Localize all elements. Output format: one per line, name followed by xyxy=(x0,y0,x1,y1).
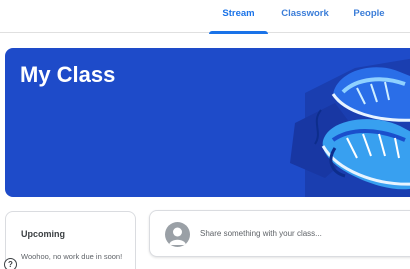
share-placeholder[interactable]: Share something with your class... xyxy=(200,229,322,238)
upcoming-card: Upcoming Woohoo, no work due in soon! xyxy=(5,211,136,269)
help-icon[interactable]: ? xyxy=(4,258,17,269)
upcoming-title: Upcoming xyxy=(21,229,65,239)
top-navigation: Stream Classwork People xyxy=(0,0,410,34)
class-title: My Class xyxy=(20,62,116,87)
upcoming-message: Woohoo, no work due in soon! xyxy=(21,252,123,261)
class-banner: My Class xyxy=(5,48,410,197)
tab-stream[interactable]: Stream xyxy=(209,0,268,34)
share-post-box[interactable]: Share something with your class... xyxy=(149,210,410,257)
avatar xyxy=(165,222,190,247)
tab-people[interactable]: People xyxy=(348,0,390,33)
tab-classwork[interactable]: Classwork xyxy=(278,0,332,33)
